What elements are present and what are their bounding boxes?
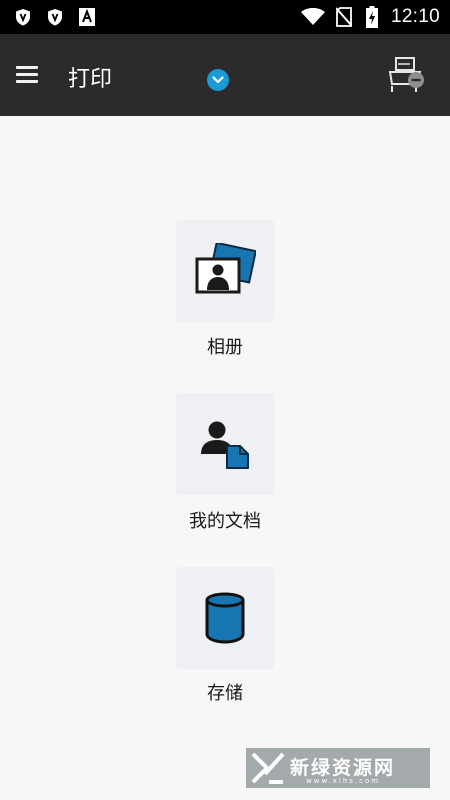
no-sim-icon	[335, 7, 353, 27]
shield-icon	[46, 8, 64, 26]
storage-label: 存储	[207, 683, 243, 704]
photo-album-icon	[195, 243, 256, 294]
shield-icon	[14, 8, 32, 26]
printer-icon[interactable]	[384, 56, 428, 96]
watermark-subtext: www.xlhs.com	[306, 777, 381, 785]
font-icon	[78, 8, 96, 26]
my-documents-tile[interactable]	[176, 393, 274, 495]
photo-album-tile[interactable]	[176, 220, 274, 322]
status-bar: 12:10	[0, 0, 450, 34]
watermark: 新绿资源网 www.xlhs.com	[246, 748, 430, 788]
photo-album-label: 相册	[207, 337, 243, 358]
storage-tile[interactable]	[176, 567, 274, 669]
page-title: 打印	[68, 67, 113, 92]
watermark-logo-icon	[246, 748, 290, 788]
my-documents-icon	[201, 421, 249, 469]
battery-charging-icon	[363, 6, 381, 28]
watermark-text: 新绿资源网	[290, 756, 396, 779]
my-documents-label: 我的文档	[189, 511, 261, 532]
app-bar: 打印	[0, 34, 450, 116]
chevron-down-icon[interactable]	[207, 69, 229, 91]
clock: 12:10	[390, 6, 440, 27]
storage-icon	[205, 592, 245, 644]
menu-icon[interactable]	[16, 64, 40, 84]
wifi-icon	[300, 8, 325, 26]
